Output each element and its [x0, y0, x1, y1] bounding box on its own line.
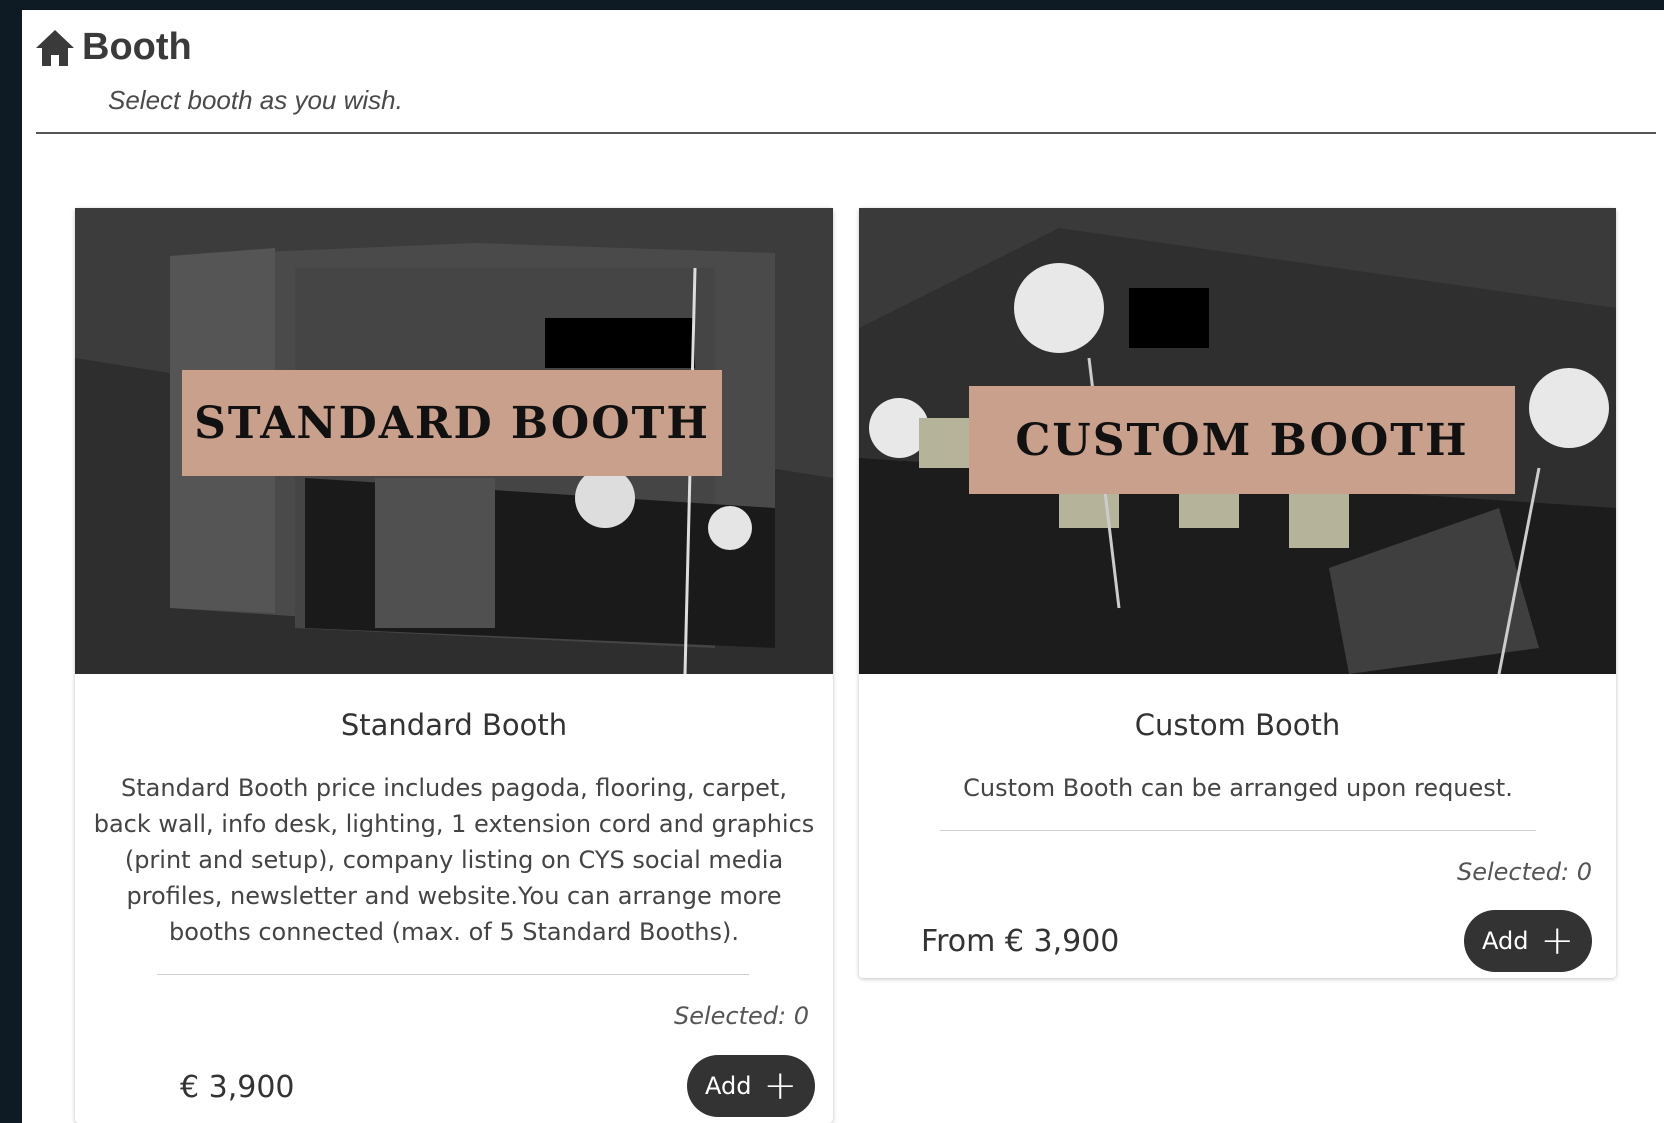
standard-booth-selected-count: Selected: 0 — [673, 1002, 809, 1030]
standard-booth-price: € 3,900 — [180, 1070, 295, 1105]
custom-booth-name: Custom Booth — [1134, 708, 1341, 742]
plus-icon: + — [1540, 918, 1574, 964]
custom-booth-price: From € 3,900 — [921, 924, 1120, 959]
standard-booth-image: STANDARD BOOTH — [75, 208, 833, 674]
standard-booth-image-label: STANDARD BOOTH — [182, 370, 722, 476]
custom-booth-card: CUSTOM BOOTH Custom Booth Custom Booth c… — [859, 208, 1616, 978]
custom-booth-description: Custom Booth can be arranged upon reques… — [963, 774, 1513, 802]
standard-booth-divider — [157, 974, 749, 975]
booth-panel: Booth Select booth as you wish. STANDARD… — [22, 10, 1664, 1123]
page-title: Booth — [82, 26, 192, 68]
header-divider — [36, 132, 1656, 134]
add-button-label: Add — [1482, 927, 1529, 955]
custom-booth-divider — [940, 830, 1536, 831]
standard-booth-card: STANDARD BOOTH Standard Booth Standard B… — [75, 208, 833, 1123]
custom-booth-image: CUSTOM BOOTH — [859, 208, 1616, 674]
title-row: Booth — [34, 26, 403, 69]
standard-booth-add-button[interactable]: Add + — [687, 1055, 815, 1117]
custom-booth-image-label: CUSTOM BOOTH — [969, 386, 1515, 494]
add-button-label: Add — [705, 1072, 752, 1100]
custom-booth-selected-count: Selected: 0 — [1456, 858, 1592, 886]
standard-booth-name: Standard Booth — [340, 708, 568, 742]
plus-icon: + — [763, 1063, 797, 1109]
page-subtitle: Select booth as you wish. — [108, 85, 403, 115]
home-icon — [34, 28, 76, 68]
standard-booth-description: Standard Booth price includes pagoda, fl… — [93, 774, 815, 946]
page-header: Booth Select booth as you wish. — [34, 26, 403, 116]
custom-booth-add-button[interactable]: Add + — [1464, 910, 1592, 972]
